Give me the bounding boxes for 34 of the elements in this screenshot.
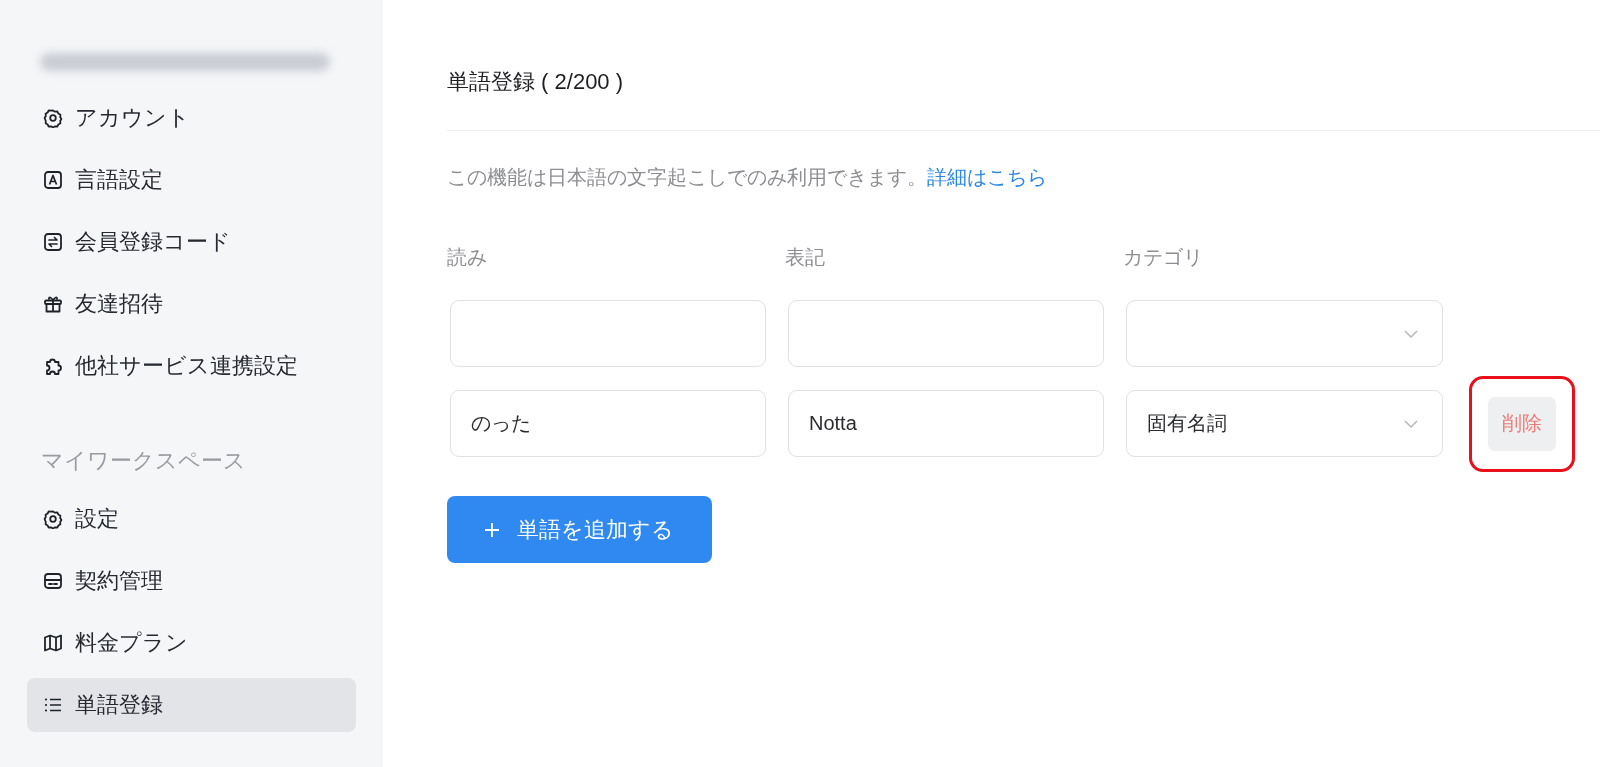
- section-heading: マイワークスペース: [41, 447, 246, 475]
- column-label: 読み: [447, 245, 487, 270]
- page-title: 単語登録 ( 2/200 ): [447, 68, 624, 96]
- sidebar-item[interactable]: アカウント: [27, 91, 356, 145]
- gear-icon: [43, 509, 63, 529]
- map-icon: [43, 633, 63, 653]
- sidebar-item[interactable]: 契約管理: [27, 554, 356, 608]
- sidebar-item[interactable]: 会員登録コード: [27, 215, 356, 269]
- notice-text: この機能は日本語の文字起こしでのみ利用できます。詳細はこちら: [447, 165, 1047, 190]
- gear-icon: [43, 108, 63, 128]
- dropdown-field[interactable]: 固有名詞: [1126, 390, 1443, 457]
- input-field[interactable]: [788, 300, 1104, 367]
- column-label: カテゴリ: [1123, 245, 1203, 270]
- chevron-down-icon: [1404, 419, 1418, 428]
- column-label: 表記: [785, 245, 825, 270]
- sidebar-item[interactable]: 言語設定: [27, 153, 356, 207]
- puzzle-icon: [43, 356, 63, 376]
- letter-a-icon: [43, 170, 63, 190]
- sidebar-item[interactable]: 料金プラン: [27, 616, 356, 670]
- plus-icon: [485, 522, 499, 537]
- sidebar-item[interactable]: 他社サービス連携設定: [27, 339, 356, 393]
- input-field[interactable]: のった: [450, 390, 766, 457]
- swap-icon: [43, 232, 63, 252]
- input-field[interactable]: [450, 300, 766, 367]
- sidebar-item[interactable]: 単語登録: [27, 678, 356, 732]
- details-link[interactable]: 詳細はこちら: [927, 166, 1047, 188]
- card-icon: [43, 571, 63, 591]
- gift-icon: [43, 294, 63, 314]
- chevron-down-icon: [1404, 329, 1418, 338]
- input-field[interactable]: Notta: [788, 390, 1104, 457]
- sidebar-item[interactable]: 設定: [27, 492, 356, 546]
- dropdown-field[interactable]: [1126, 300, 1443, 367]
- sidebar-item[interactable]: 友達招待: [27, 277, 356, 331]
- add-word-button[interactable]: 単語を追加する: [447, 496, 712, 563]
